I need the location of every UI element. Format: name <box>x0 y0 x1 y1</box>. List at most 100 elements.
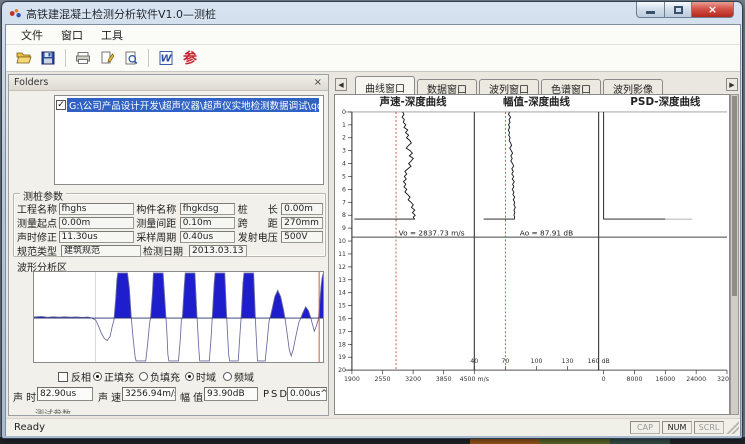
tab-curve-window[interactable]: 曲线窗口 <box>355 76 415 94</box>
menu-bar: 文件 窗口 工具 <box>6 25 740 45</box>
waveform-svg <box>34 272 323 362</box>
menu-item-file[interactable]: 文件 <box>12 25 52 45</box>
toolbar-separator <box>148 49 149 67</box>
scroll-lock-indicator: SCRL <box>694 421 724 434</box>
fill-negative-radio-circle[interactable] <box>139 372 148 381</box>
word-icon: W <box>158 50 174 66</box>
svg-text:16: 16 <box>338 315 346 322</box>
param-value[interactable]: 0.00m <box>59 217 135 229</box>
resize-grip[interactable] <box>726 421 739 434</box>
freq-domain-label: 频域 <box>234 369 254 384</box>
folders-close-icon[interactable]: × <box>314 77 328 88</box>
param-value[interactable]: 0.40us <box>180 231 235 243</box>
window-body: 文件 窗口 工具 <box>5 24 741 436</box>
svg-text:10: 10 <box>338 238 346 245</box>
minimize-button[interactable] <box>636 2 665 18</box>
invert-label: 反相 <box>71 369 91 384</box>
page-pencil-icon <box>99 50 115 66</box>
title-bar[interactable]: 高铁建混凝土检测分析软件V1.0—测桩 × <box>2 2 742 24</box>
svg-text:16000: 16000 <box>655 376 675 383</box>
svg-text:0: 0 <box>342 109 346 116</box>
folders-pane-header[interactable]: Folders × <box>9 75 328 91</box>
tab-data-window[interactable]: 数据窗口 <box>417 79 477 94</box>
menu-item-window[interactable]: 窗口 <box>52 25 92 45</box>
svg-text:3: 3 <box>342 148 346 155</box>
toolbar-separator <box>65 49 66 67</box>
param-label: 构件名称 <box>136 201 179 216</box>
file-checkbox[interactable]: ✓ <box>56 100 66 110</box>
print-setup-button[interactable] <box>95 47 119 69</box>
svg-text:15: 15 <box>338 303 346 310</box>
status-message: Ready <box>6 422 630 433</box>
svg-text:Ao = 87.91 dB: Ao = 87.91 dB <box>520 228 573 237</box>
svg-text:7: 7 <box>342 199 346 206</box>
tab-spectrum-window[interactable]: 色谱窗口 <box>541 79 601 94</box>
parameters-button[interactable]: 参 <box>178 47 202 69</box>
sound-speed-value[interactable]: 3256.94m/s <box>122 387 176 401</box>
amplitude-value[interactable]: 93.90dB <box>204 387 258 401</box>
param-label: 声时修正 <box>17 229 59 244</box>
open-file-button[interactable] <box>12 47 36 69</box>
folders-listbox[interactable]: ✓ G:\公司产品设计开发\超声仪器\超声仪实地检测数据调试\qd\qd03\q… <box>54 95 324 185</box>
waveform-plot[interactable] <box>33 271 324 363</box>
param-label: 测量间距 <box>136 215 179 230</box>
folders-pane-title: Folders <box>9 77 314 88</box>
param-value[interactable]: 0.10m <box>180 217 235 229</box>
tab-scroll-left-icon[interactable]: ◀ <box>335 78 347 91</box>
num-lock-indicator: NUM <box>662 421 692 434</box>
pile-params-groupbox: 测桩参数 工程名称 fhghs 构件名称 fhgkdsg 桩 长 0.00m 测… <box>13 193 326 257</box>
print-preview-button[interactable] <box>119 47 143 69</box>
psd-value[interactable]: 0.00us^2/m <box>287 387 327 401</box>
maximize-button[interactable] <box>665 2 692 18</box>
svg-text:13: 13 <box>338 277 346 284</box>
time-domain-radio[interactable]: 时域 <box>185 369 216 384</box>
scrollbar-thumb[interactable] <box>732 96 737 296</box>
word-export-button[interactable]: W <box>154 47 178 69</box>
maximize-icon <box>674 6 683 14</box>
fill-positive-radio-circle[interactable] <box>93 372 102 381</box>
param-value[interactable]: fhghs <box>59 203 135 215</box>
tab-wavetrain-window[interactable]: 波列窗口 <box>479 79 539 94</box>
fill-negative-radio[interactable]: 负填充 <box>139 369 180 384</box>
param-value[interactable]: 270mm <box>281 217 323 229</box>
invert-checkbox-box[interactable] <box>58 372 68 382</box>
sound-time-value[interactable]: 82.90us <box>37 387 93 401</box>
tab-scroll-right-icon[interactable]: ▶ <box>726 78 738 91</box>
param-value[interactable]: 0.00m <box>281 203 323 215</box>
print-button[interactable] <box>71 47 95 69</box>
time-domain-radio-circle[interactable] <box>185 372 194 381</box>
depth-charts-svg: 01234567891011121314151617181920声速-深度曲线1… <box>335 95 729 414</box>
param-value[interactable]: 500V <box>281 231 323 243</box>
invert-checkbox[interactable]: 反相 <box>58 369 91 384</box>
param-label: 采样周期 <box>136 229 179 244</box>
fill-positive-radio[interactable]: 正填充 <box>93 369 134 384</box>
freq-domain-radio[interactable]: 频域 <box>223 369 254 384</box>
svg-text:声速-深度曲线: 声速-深度曲线 <box>379 95 447 108</box>
folders-list-item[interactable]: ✓ G:\公司产品设计开发\超声仪器\超声仪实地检测数据调试\qd\qd03\q… <box>56 98 322 112</box>
chart-canvas[interactable]: 01234567891011121314151617181920声速-深度曲线1… <box>334 94 730 415</box>
param-value[interactable]: 11.30us <box>59 231 135 243</box>
toolbar: W 参 <box>6 45 740 72</box>
svg-text:3850: 3850 <box>436 376 452 383</box>
time-domain-label: 时域 <box>196 369 216 384</box>
svg-text:5: 5 <box>342 173 346 180</box>
svg-text:24000: 24000 <box>686 376 706 383</box>
amplitude-label: 幅 值 <box>180 389 203 404</box>
svg-text:32000: 32000 <box>717 376 729 383</box>
tab-wavetrain-image[interactable]: 波列影像 <box>603 79 663 94</box>
svg-text:4: 4 <box>342 161 346 168</box>
close-button[interactable]: × <box>692 2 734 18</box>
sound-time-label: 声 时 <box>13 389 36 404</box>
param-value[interactable]: 建筑规范 <box>61 245 141 257</box>
app-icon <box>9 7 22 20</box>
file-path-label[interactable]: G:\公司产品设计开发\超声仪器\超声仪实地检测数据调试\qd\qd03\qd0… <box>67 98 319 112</box>
main-area: Folders × ✓ G:\公司产品设计开发\超声仪器\超声仪实地检测数据调试… <box>6 72 740 418</box>
right-panel: ◀ 曲线窗口 数据窗口 波列窗口 色谱窗口 波列影像 ▶ 01234567891… <box>333 74 740 416</box>
freq-domain-radio-circle[interactable] <box>223 372 232 381</box>
param-value[interactable]: fhgkdsg <box>180 203 235 215</box>
vertical-scrollbar[interactable] <box>730 94 739 415</box>
save-button[interactable] <box>36 47 60 69</box>
menu-item-tools[interactable]: 工具 <box>92 25 132 45</box>
printer-icon <box>75 50 91 66</box>
param-value[interactable]: 2013.03.13 <box>189 245 247 257</box>
